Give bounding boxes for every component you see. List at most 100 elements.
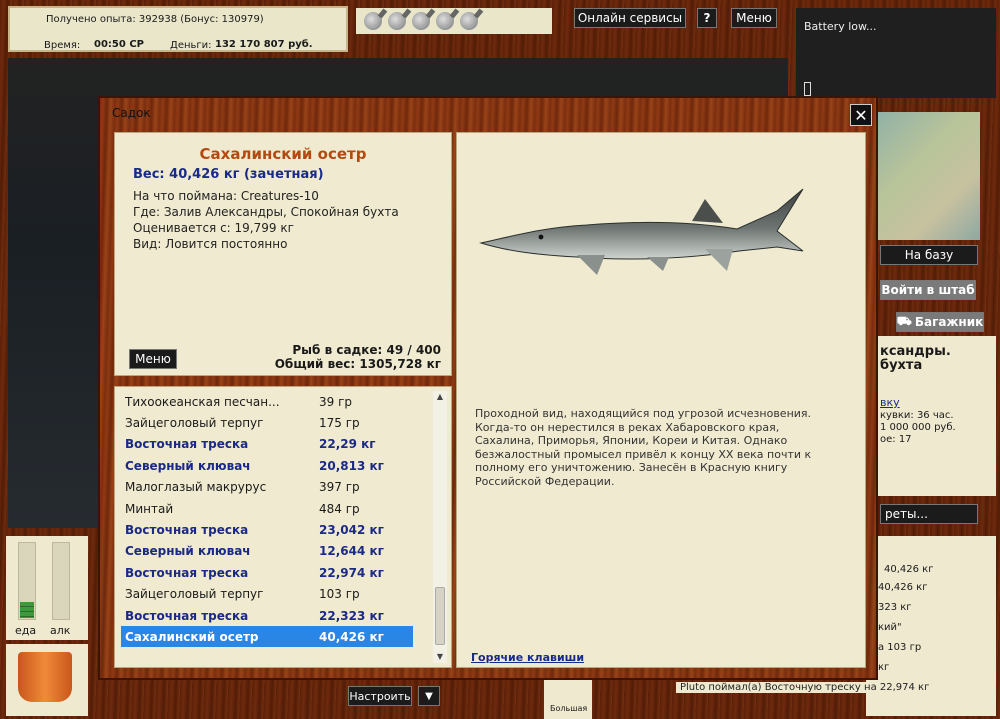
- catch-list-scrollbar[interactable]: ▲ ▼: [433, 391, 447, 663]
- tackle-slot[interactable]: Большая: [544, 680, 592, 719]
- tackle-label: Большая: [550, 704, 588, 713]
- catch-row[interactable]: Сахалинский осетр 40,426 кг: [121, 626, 413, 648]
- catch-row[interactable]: Восточная треска 22,974 кг: [121, 562, 413, 583]
- bottle-icon[interactable]: [364, 12, 382, 30]
- info-line-3: ое: 17: [880, 434, 912, 445]
- fish-name: Сахалинский осетр: [199, 145, 367, 163]
- hotkeys-link[interactable]: Горячие клавиши: [471, 651, 584, 664]
- catch-row[interactable]: Восточная треска 22,323 кг: [121, 605, 413, 626]
- bottle-icon[interactable]: [436, 12, 454, 30]
- settings-dropdown-button[interactable]: ▼: [418, 686, 440, 706]
- online-services-button[interactable]: Онлайн сервисы: [574, 8, 686, 28]
- catch-fish-weight: 12,644 кг: [319, 544, 384, 559]
- log-line: кг: [878, 662, 890, 673]
- battery-icon: [804, 82, 811, 96]
- catch-row[interactable]: Малоглазый макрурус 397 гр: [121, 477, 413, 498]
- time-label: Время:: [44, 40, 81, 51]
- catch-fish-weight: 40,426 кг: [319, 629, 384, 644]
- alcohol-meter: [52, 542, 70, 620]
- car-icon: ⛟: [896, 314, 912, 328]
- catch-row[interactable]: Северный клювач 12,644 кг: [121, 541, 413, 562]
- catch-row[interactable]: Северный клювач 20,813 кг: [121, 455, 413, 476]
- catch-row[interactable]: Восточная треска 23,042 кг: [121, 519, 413, 540]
- bucket-icon: [18, 652, 72, 702]
- dialog-menu-button[interactable]: Меню: [129, 349, 177, 369]
- catch-fish-name: Зайцеголовый терпуг: [125, 587, 264, 602]
- catch-fish-weight: 22,974 кг: [319, 565, 384, 580]
- food-level: [20, 602, 34, 618]
- money-value: 132 170 807 руб.: [215, 39, 313, 50]
- catch-fish-weight: 22,29 кг: [319, 437, 376, 452]
- secrets-button[interactable]: реты...: [880, 504, 978, 524]
- catch-fish-name: Восточная треска: [125, 565, 249, 580]
- catch-fish-name: Сахалинский осетр: [125, 629, 259, 644]
- caught-on: На что поймана: Creatures-10: [133, 189, 319, 203]
- catch-row[interactable]: Тихоокеанская песчан... 39 гр: [121, 391, 413, 412]
- close-button[interactable]: ✕: [850, 104, 872, 126]
- catch-fish-weight: 484 гр: [319, 501, 360, 516]
- catch-fish-name: Восточная треска: [125, 437, 249, 452]
- battery-status: Battery low...: [804, 20, 877, 33]
- valued-from: Оценивается с: 19,799 кг: [133, 221, 294, 235]
- catch-event-line: Pluto поймал(а) Восточную треску на 22,9…: [676, 682, 934, 693]
- catch-fish-name: Тихоокеанская песчан...: [125, 394, 280, 409]
- location-line-2: бухта: [880, 358, 923, 373]
- food-label: еда: [15, 624, 37, 637]
- keepnet-total-weight: Общий вес: 1305,728 кг: [274, 357, 441, 371]
- catch-row[interactable]: Минтай 484 гр: [121, 498, 413, 519]
- catch-fish-name: Восточная треска: [125, 522, 249, 537]
- time-value: 00:50 СР: [94, 39, 144, 50]
- dialog-title: Садок: [112, 106, 151, 120]
- bottle-icon[interactable]: [412, 12, 430, 30]
- fish-description: Проходной вид, находящийся под угрозой и…: [475, 407, 812, 488]
- catch-fish-name: Минтай: [125, 501, 174, 516]
- fish-info-panel: Сахалинский осетр Вес: 40,426 кг (зачетн…: [114, 132, 452, 376]
- catch-fish-weight: 22,323 кг: [319, 608, 384, 623]
- scroll-thumb[interactable]: [435, 587, 445, 645]
- to-base-button[interactable]: На базу: [880, 245, 978, 265]
- bottom-toolbar: Настроить ▼ Большая: [344, 680, 644, 719]
- sturgeon-image: [479, 188, 804, 275]
- money-label: Деньги:: [170, 40, 212, 51]
- scroll-down-icon[interactable]: ▼: [433, 651, 447, 663]
- catch-row[interactable]: Зайцеголовый терпуг 103 гр: [121, 584, 413, 605]
- catch-list: Тихоокеанская песчан... 39 гр Зайцеголовый…: [114, 386, 452, 668]
- catch-fish-weight: 397 гр: [319, 480, 360, 495]
- battery-panel: Battery low...: [796, 8, 996, 98]
- bucket-slot[interactable]: [6, 644, 88, 716]
- catch-fish-name: Восточная треска: [125, 608, 249, 623]
- scroll-up-icon[interactable]: ▲: [433, 391, 447, 403]
- alcohol-label: алк: [50, 624, 71, 637]
- catch-fish-weight: 23,042 кг: [319, 522, 384, 537]
- info-line-2: 1 000 000 руб.: [880, 422, 956, 433]
- caught-where: Где: Залив Александры, Спокойная бухта: [133, 205, 399, 219]
- keepnet-dialog: Садок ✕ Сахалинский осетр Вес: 40,426 кг…: [98, 96, 878, 680]
- bottle-icon[interactable]: [388, 12, 406, 30]
- settings-button[interactable]: Настроить: [348, 686, 412, 706]
- map-thumbnail[interactable]: [872, 112, 980, 240]
- enter-hq-button[interactable]: Войти в штаб: [880, 280, 976, 300]
- catch-row[interactable]: Восточная треска 22,29 кг: [121, 434, 413, 455]
- experience-text: Получено опыта: 392938 (Бонус: 130979): [46, 14, 264, 25]
- help-button[interactable]: ?: [697, 8, 717, 28]
- catch-row[interactable]: Зайцеголовый терпуг 175 гр: [121, 412, 413, 433]
- species-kind: Вид: Ловится постоянно: [133, 237, 288, 251]
- log-line: 40,426 кг: [884, 564, 934, 575]
- location-link[interactable]: вку: [880, 396, 900, 409]
- top-menu-button[interactable]: Меню: [731, 8, 777, 28]
- fish-weight: Вес: 40,426 кг (зачетная): [133, 167, 324, 182]
- trunk-button[interactable]: ⛟ Багажник: [896, 312, 984, 332]
- bait-slots: [356, 8, 552, 34]
- food-meter: [18, 542, 36, 620]
- location-line-1: ксандры.: [880, 344, 951, 359]
- bottle-icon[interactable]: [460, 12, 478, 30]
- status-panel: Получено опыта: 392938 (Бонус: 130979) В…: [8, 6, 348, 52]
- log-line: а 103 гр: [878, 642, 922, 653]
- catch-fish-weight: 175 гр: [319, 415, 360, 430]
- catch-fish-name: Малоглазый макрурус: [125, 480, 267, 495]
- keepnet-count: Рыб в садке: 49 / 400: [292, 343, 441, 357]
- catch-fish-weight: 39 гр: [319, 394, 353, 409]
- catch-fish-name: Зайцеголовый терпуг: [125, 415, 264, 430]
- catch-fish-weight: 20,813 кг: [319, 458, 384, 473]
- needs-indicators: еда алк: [6, 536, 88, 640]
